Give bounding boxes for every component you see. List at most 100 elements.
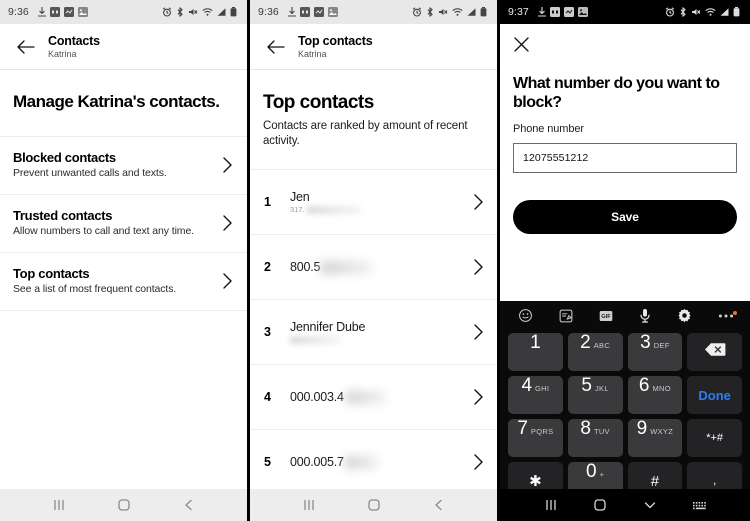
key-symbols[interactable]: *+# (687, 419, 742, 457)
app-bar: Contacts Katrina (0, 24, 247, 70)
contact-rank: 4 (264, 390, 271, 405)
settings-row-blocked-contacts[interactable]: Blocked contacts Prevent unwanted calls … (0, 136, 247, 195)
keyboard-switch-button[interactable] (682, 492, 716, 518)
back-button[interactable] (172, 492, 206, 518)
key-digit: 3 (640, 332, 651, 353)
contact-name: 800.5 (290, 260, 464, 275)
backspace-icon (704, 342, 726, 362)
gif-icon[interactable]: GIF (599, 310, 613, 322)
signal-icon (720, 7, 729, 17)
keyboard-row: 1 2 ABC 3 DEF (508, 333, 742, 371)
key-digit: 0 (585, 461, 597, 482)
back-button[interactable] (422, 492, 456, 518)
more-icon[interactable] (718, 310, 737, 319)
key-2[interactable]: 2 ABC (567, 333, 623, 371)
app-icon-1 (549, 7, 560, 17)
chevron-right-icon (472, 452, 485, 472)
chevron-right-icon (472, 192, 485, 212)
home-button[interactable] (357, 492, 391, 518)
key-symbol: # (650, 472, 660, 490)
settings-row-subtitle: See a list of most frequent contacts. (13, 283, 177, 296)
chevron-right-icon (472, 387, 485, 407)
settings-row-subtitle: Allow numbers to call and text any time. (13, 225, 195, 238)
key-8[interactable]: 8 TUV (567, 418, 623, 457)
status-bar: 9:36 (0, 0, 247, 24)
key-9[interactable]: 9 WXYZ (627, 419, 683, 457)
key-6[interactable]: 6 MNO (627, 376, 683, 414)
key-3[interactable]: 3 DEF (627, 332, 683, 371)
app-bar-text: Contacts Katrina (48, 34, 100, 59)
block-number-dialog: What number do you want to block? Phone … (500, 24, 750, 301)
numeric-keyboard: GIF 1 2 ABC 3 DEF 4 GHI 5 JKL 6 MNO Done… (500, 301, 750, 509)
key-digit: 8 (580, 418, 591, 439)
hero-heading: Top contacts (263, 92, 374, 113)
key-letters: ABC (593, 341, 611, 350)
key-symbol: *+# (706, 431, 724, 444)
settings-row-text: Top contacts See a list of most frequent… (13, 266, 213, 295)
contact-row[interactable]: 3 Jennifer Dube (250, 300, 497, 366)
close-button[interactable] (513, 24, 539, 62)
key-digit: 7 (517, 418, 528, 439)
key-1[interactable]: 1 (508, 333, 563, 371)
contact-rank: 5 (264, 455, 271, 470)
key-done[interactable]: Done (687, 376, 742, 414)
settings-row-title: Trusted contacts (13, 208, 113, 224)
contact-row[interactable]: 5 000.005.7 (250, 430, 497, 496)
key-letters: PQRS (530, 427, 554, 436)
image-icon (577, 7, 588, 17)
contact-name-prefix: 000.005.7 (290, 455, 344, 470)
redacted-number (344, 456, 379, 470)
app-icon-2 (313, 7, 324, 17)
contact-row[interactable]: 1 Jen 317. (250, 170, 497, 236)
image-icon (327, 7, 338, 17)
contact-info: Jennifer Dube (282, 320, 464, 345)
back-arrow-button[interactable] (10, 32, 40, 62)
key-digit: 4 (521, 375, 533, 396)
contact-name: Jennifer Dube (290, 320, 366, 335)
home-button[interactable] (107, 492, 141, 518)
download-icon (287, 7, 296, 17)
hero-section: Top contacts Contacts are ranked by amou… (250, 70, 497, 171)
contact-row[interactable]: 4 000.003.4 (250, 365, 497, 431)
microphone-icon[interactable] (639, 308, 651, 324)
contact-rank: 3 (264, 325, 271, 340)
redacted-number (321, 261, 374, 275)
settings-row-text: Blocked contacts Prevent unwanted calls … (13, 150, 213, 179)
home-button[interactable] (583, 492, 617, 518)
account-name: Katrina (298, 48, 327, 59)
key-5[interactable]: 5 JKL (567, 376, 623, 414)
phone-number-input[interactable]: 12075551212 (513, 143, 737, 174)
page-title: Contacts (48, 33, 100, 48)
status-time: 9:36 (8, 6, 29, 18)
recents-button[interactable] (42, 492, 76, 518)
key-letters: + (599, 470, 605, 479)
recents-button[interactable] (292, 492, 326, 518)
key-4[interactable]: 4 GHI (508, 376, 563, 414)
sticker-icon[interactable] (559, 309, 573, 323)
contact-name: Jen (290, 190, 310, 205)
hero-heading: Manage Katrina's contacts. (13, 92, 220, 111)
three-panel-screenshot: 9:36 Contacts Katrina Manage Katrina's c… (0, 0, 750, 521)
app-icon-1 (299, 7, 310, 17)
dialog-heading: What number do you want to block? (513, 75, 720, 112)
recents-button[interactable] (534, 492, 568, 518)
hide-keyboard-button[interactable] (633, 492, 667, 518)
settings-row-top-contacts[interactable]: Top contacts See a list of most frequent… (0, 252, 247, 311)
settings-icon[interactable] (677, 308, 692, 323)
settings-row-trusted-contacts[interactable]: Trusted contacts Allow numbers to call a… (0, 194, 247, 253)
alarm-icon (412, 7, 422, 17)
contact-rank: 1 (264, 195, 271, 210)
settings-row-text: Trusted contacts Allow numbers to call a… (13, 208, 213, 237)
status-time: 9:37 (508, 6, 529, 18)
contact-row[interactable]: 2 800.5 (250, 235, 497, 301)
notification-dot (733, 310, 737, 315)
key-letters: TUV (593, 427, 610, 436)
save-button[interactable]: Save (513, 200, 737, 235)
back-arrow-button[interactable] (260, 32, 290, 62)
emoji-icon[interactable] (518, 308, 533, 323)
system-nav-bar (250, 489, 497, 521)
key-backspace[interactable] (687, 333, 742, 371)
key-7[interactable]: 7 PQRS (508, 419, 563, 457)
svg-text:GIF: GIF (601, 314, 611, 320)
image-icon (77, 7, 88, 17)
